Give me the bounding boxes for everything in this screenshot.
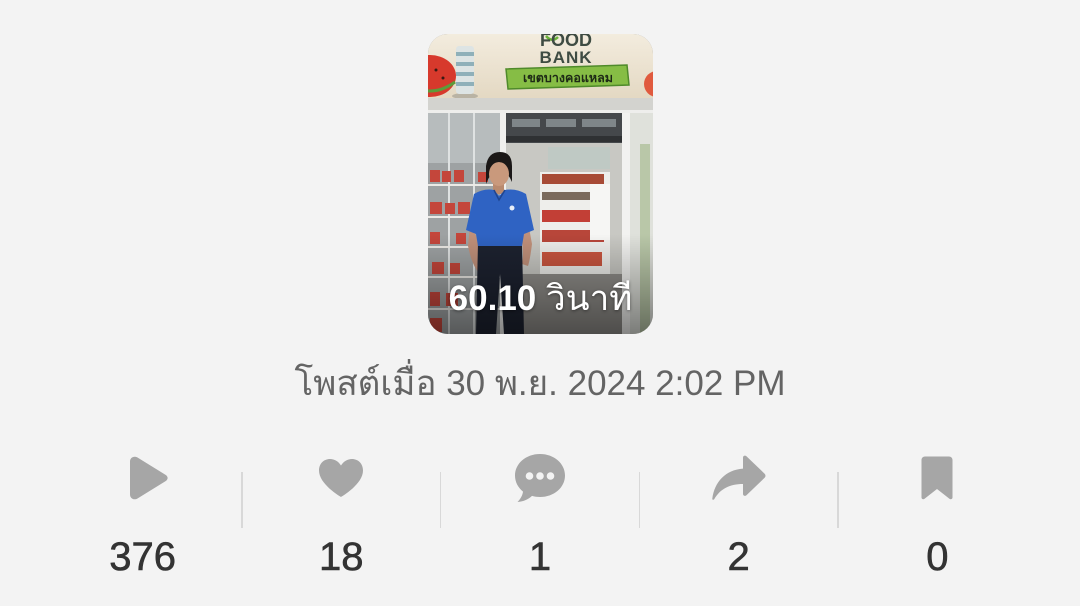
shares-count: 2 (727, 535, 750, 580)
store-sign: FOOD BANK เขตบางคอแหลม (428, 34, 653, 100)
stat-views: 376 (44, 448, 241, 588)
play-icon (125, 448, 169, 508)
stat-shares: 2 (640, 448, 837, 588)
posted-date: โพสต์เมื่อ 30 พ.ย. 2024 2:02 PM (294, 364, 786, 403)
bookmark-icon (921, 448, 953, 508)
duration-unit: วินาที (546, 279, 633, 318)
share-icon (711, 448, 766, 508)
comment-icon (514, 448, 566, 508)
stat-saves: 0 (839, 448, 1036, 588)
sign-text-bank: BANK (539, 48, 592, 67)
duration-value: 60.10 (448, 279, 537, 318)
views-count: 376 (109, 535, 176, 580)
likes-count: 18 (319, 535, 364, 580)
stat-likes: 18 (243, 448, 440, 588)
video-thumbnail[interactable]: FOOD BANK เขตบางคอแหลม 60.10 วินาที (428, 34, 653, 334)
stats-row: 376 18 1 2 0 (44, 448, 1036, 588)
duration-badge: 60.10 วินาที (428, 279, 653, 319)
sign-banner-text: เขตบางคอแหลม (523, 70, 613, 85)
comments-count: 1 (528, 535, 552, 580)
stat-comments: 1 (441, 448, 638, 588)
heart-icon (318, 448, 364, 508)
saves-count: 0 (926, 535, 949, 580)
